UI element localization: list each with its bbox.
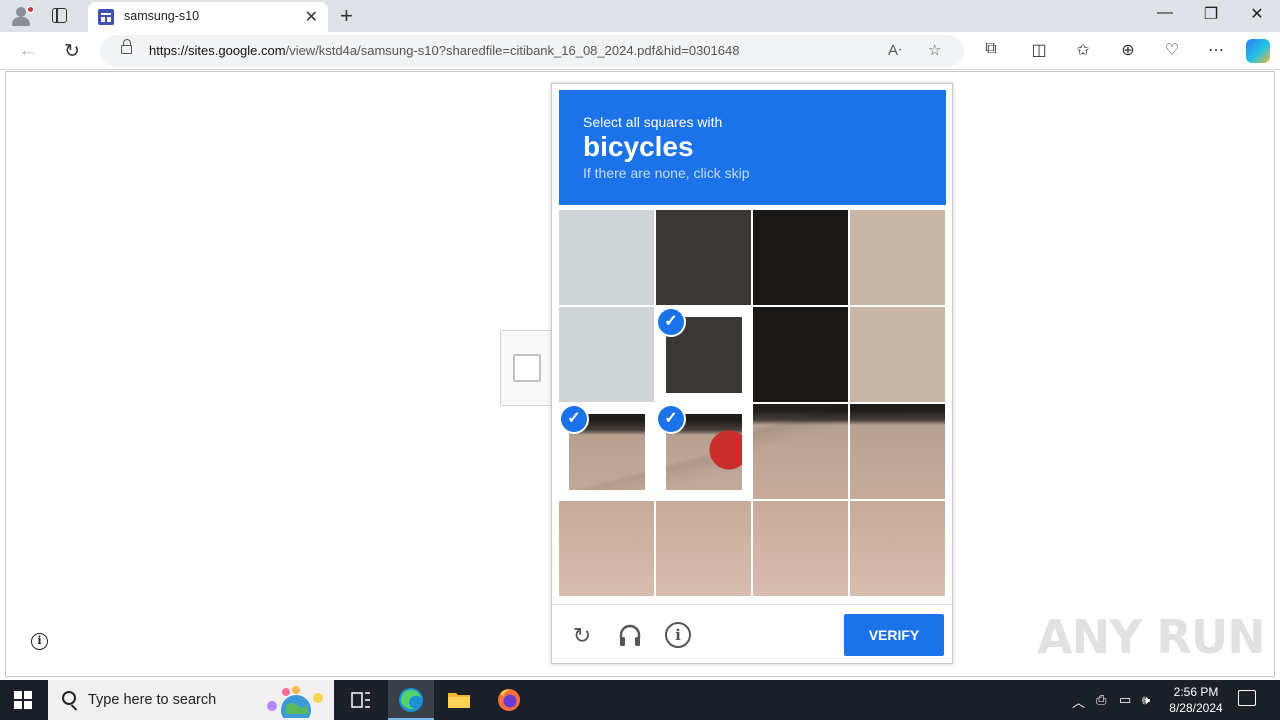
tile-image — [753, 501, 848, 596]
search-placeholder: Type here to search — [88, 692, 217, 708]
captcha-tile[interactable] — [559, 501, 654, 596]
minimize-icon[interactable]: — — [1142, 4, 1188, 22]
address-bar[interactable]: https://sites.google.com/view/kstd4a/sam… — [100, 35, 964, 67]
captcha-tile[interactable] — [753, 210, 848, 305]
captcha-tile[interactable] — [753, 307, 848, 402]
taskbar-search[interactable]: Type here to search — [48, 680, 334, 720]
anyrun-watermark: ANY RUN — [1037, 610, 1266, 664]
captcha-footer: ↻ i VERIFY — [552, 604, 952, 664]
network-icon[interactable]: ▭ — [1119, 692, 1131, 708]
help-info-icon[interactable]: i — [665, 622, 691, 648]
tile-image — [850, 501, 945, 596]
captcha-tile[interactable] — [850, 501, 945, 596]
windows-start-icon[interactable] — [14, 691, 32, 709]
verify-button[interactable]: VERIFY — [844, 614, 944, 656]
tile-image — [753, 307, 848, 402]
tile-image — [559, 210, 654, 305]
notifications-icon[interactable] — [1238, 690, 1256, 706]
tab-bar: samsung-s10 ✕ + — ❐ ✕ — [0, 0, 1280, 32]
captcha-tile[interactable] — [850, 210, 945, 305]
split-screen-icon[interactable]: ◫ — [1025, 40, 1053, 60]
tile-image — [850, 307, 945, 402]
captcha-tile[interactable]: ✓ — [559, 404, 654, 499]
captcha-grid: ✓ ✓ ✓ — [559, 210, 946, 597]
tray-device-icon[interactable]: ⎙ — [1096, 692, 1106, 708]
site-favicon — [98, 9, 114, 25]
search-highlight-icon — [267, 686, 323, 718]
tile-selected-check-icon: ✓ — [658, 406, 684, 432]
captcha-target: bicycles — [583, 131, 694, 162]
firefox-icon[interactable] — [486, 680, 532, 720]
collections-icon[interactable]: ⊕ — [1114, 40, 1142, 60]
clock-time: 2:56 PM — [1173, 685, 1219, 699]
performance-icon[interactable]: ♡ — [1158, 40, 1186, 60]
extensions-icon[interactable]: ⧉ — [977, 40, 1005, 58]
captcha-tile[interactable]: ✓ — [656, 404, 751, 499]
window-close-icon[interactable]: ✕ — [1234, 4, 1280, 24]
captcha-tile[interactable] — [753, 501, 848, 596]
tile-image — [559, 501, 654, 596]
restore-icon[interactable]: ❐ — [1188, 4, 1234, 24]
tile-image — [753, 210, 848, 305]
captcha-tile[interactable] — [850, 404, 945, 499]
audio-challenge-icon[interactable] — [616, 622, 644, 650]
favorite-icon[interactable]: ☆ — [928, 41, 941, 59]
url-text[interactable]: https://sites.google.com/view/kstd4a/sam… — [149, 43, 739, 58]
captcha-tile[interactable] — [559, 307, 654, 402]
captcha-tile[interactable] — [753, 404, 848, 499]
tile-image — [559, 307, 654, 402]
browser-tab[interactable]: samsung-s10 ✕ — [88, 2, 328, 32]
task-view-icon[interactable] — [338, 680, 384, 720]
url-path: /view/kstd4a/samsung-s10?sharedfile=citi… — [285, 43, 740, 58]
new-tab-icon[interactable]: + — [340, 3, 353, 29]
file-explorer-icon[interactable] — [436, 680, 482, 720]
read-aloud-icon[interactable]: Aᐧ — [888, 41, 902, 59]
captcha-header: Select all squares with bicycles If ther… — [559, 90, 946, 205]
captcha-skip-hint: If there are none, click skip — [583, 165, 750, 181]
captcha-tile[interactable]: ✓ — [656, 307, 751, 402]
captcha-challenge: Select all squares with bicycles If ther… — [551, 83, 953, 664]
captcha-tile[interactable] — [656, 501, 751, 596]
tray-chevron-icon[interactable]: ︿ — [1072, 692, 1085, 711]
captcha-tile[interactable] — [559, 210, 654, 305]
captcha-instruction: Select all squares with — [583, 114, 723, 130]
edge-taskbar-icon[interactable] — [388, 680, 434, 720]
clock-date: 8/28/2024 — [1169, 701, 1223, 715]
profile-icon[interactable] — [8, 4, 34, 28]
lock-icon[interactable] — [121, 39, 132, 54]
captcha-tile[interactable] — [656, 210, 751, 305]
tab-title: samsung-s10 — [124, 9, 200, 23]
tabs-icon[interactable] — [52, 8, 67, 23]
refresh-icon[interactable]: ↻ — [58, 40, 86, 63]
site-info-icon[interactable]: i — [31, 633, 48, 650]
copilot-icon[interactable] — [1246, 39, 1270, 63]
tile-image — [850, 210, 945, 305]
taskbar-clock[interactable]: 2:56 PM 8/28/2024 — [1160, 684, 1232, 716]
back-icon[interactable]: ← — [14, 40, 42, 62]
reload-icon[interactable]: ↻ — [568, 622, 596, 650]
tile-image — [656, 210, 751, 305]
tile-selected-check-icon: ✓ — [561, 406, 587, 432]
tile-image — [753, 404, 848, 499]
search-icon — [62, 691, 76, 705]
more-icon[interactable]: ⋯ — [1202, 40, 1230, 60]
favorites-icon[interactable]: ✩ — [1069, 40, 1097, 60]
recaptcha-checkbox[interactable] — [513, 354, 541, 382]
browser-toolbar: ← ↻ https://sites.google.com/view/kstd4a… — [0, 32, 1280, 70]
volume-icon[interactable]: 🕪 — [1142, 692, 1150, 708]
tile-selected-check-icon: ✓ — [658, 309, 684, 335]
captcha-tile[interactable] — [850, 307, 945, 402]
tile-image — [656, 501, 751, 596]
taskbar: Type here to search ︿ ⎙ ▭ 🕪 2:56 PM 8/28… — [0, 680, 1280, 720]
tile-image — [850, 404, 945, 499]
url-host: https://sites.google.com — [149, 43, 286, 58]
close-tab-icon[interactable]: ✕ — [305, 7, 318, 27]
recaptcha-checkbox-card — [500, 330, 552, 406]
